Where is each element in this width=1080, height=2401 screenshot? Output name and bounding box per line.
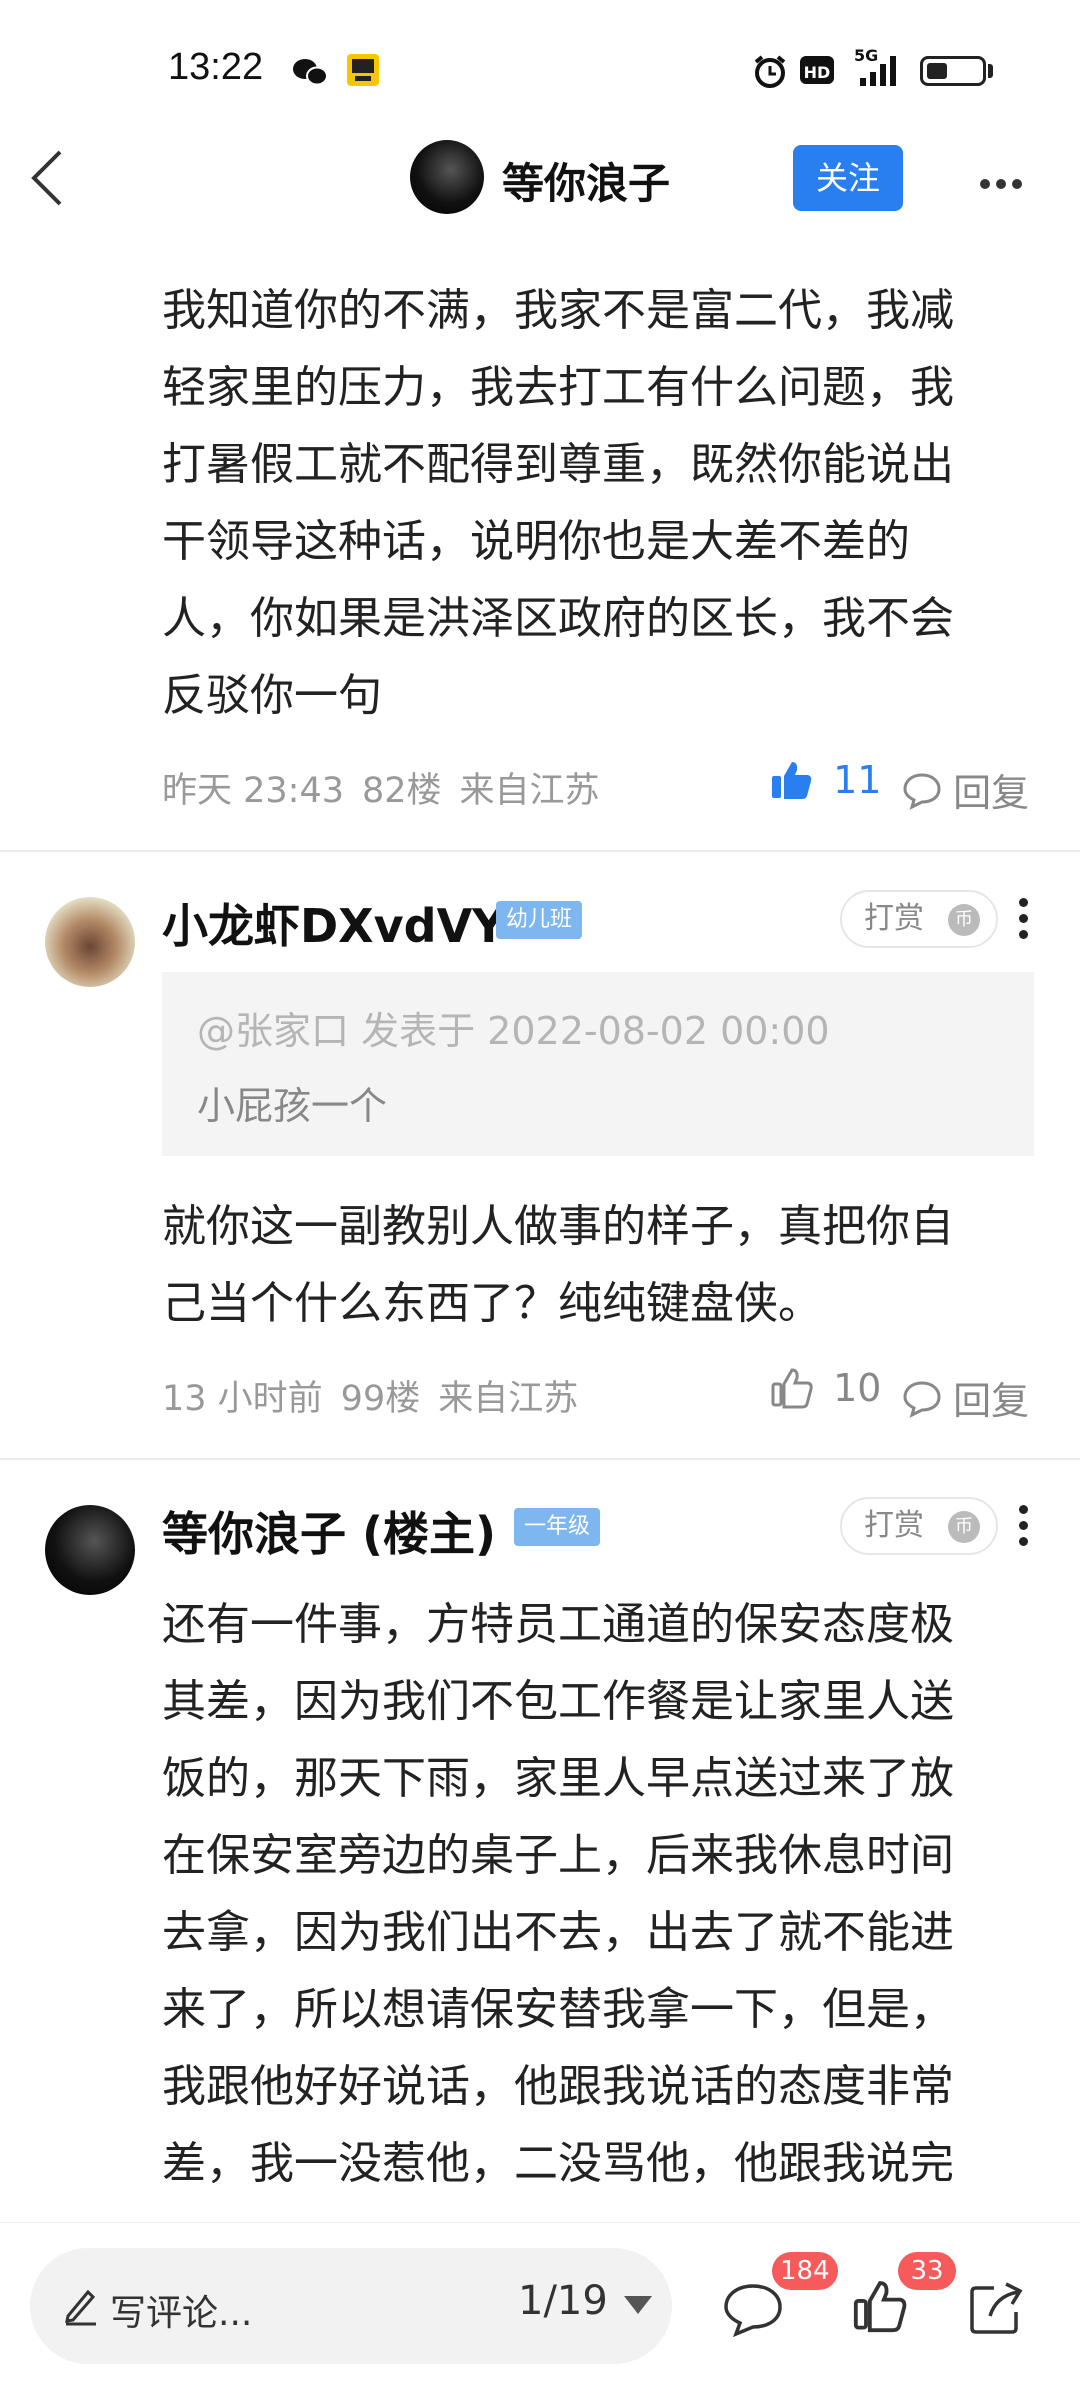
more-vertical-icon[interactable] — [1019, 1505, 1031, 1553]
post-2-content: 就你这一副教别人做事的样子，真把你自 己当个什么东西了？纯纯键盘侠。 — [162, 1188, 1062, 1342]
post-1-line: 反驳你一句 — [162, 670, 382, 721]
follow-button[interactable]: 关注 — [793, 145, 903, 211]
tip-label: 打赏 — [864, 1508, 924, 1543]
post-1-line: 人，你如果是洪泽区政府的区长，我不会 — [162, 593, 954, 644]
like-count: 11 — [833, 758, 882, 802]
battery-icon — [920, 56, 986, 86]
comment-bubble-icon — [724, 2284, 782, 2338]
reply-label: 回复 — [953, 771, 1030, 815]
post-1-line: 轻家里的压力，我去打工有什么问题，我 — [162, 362, 954, 413]
username[interactable]: 小龙虾DXvdVY — [162, 890, 505, 956]
username[interactable]: 等你浪子 (楼主) — [162, 1498, 496, 1564]
tip-label: 打赏 — [864, 901, 924, 936]
post-2-like-button[interactable]: 10 — [770, 1366, 881, 1410]
post-floor: 99楼 — [340, 1379, 421, 1419]
post-1-line: 干领导这种话，说明你也是大差不差的 — [162, 516, 910, 567]
post-3-line: 在保安室旁边的桌子上，后来我休息时间 — [162, 1830, 954, 1881]
level-badge: 幼儿班 — [496, 901, 583, 939]
thumbs-up-icon — [853, 2281, 907, 2333]
share-button[interactable] — [968, 2278, 1024, 2340]
post-location: 来自江苏 — [438, 1379, 579, 1419]
coin-icon: 币 — [948, 904, 980, 936]
reply-label: 回复 — [953, 1379, 1030, 1423]
alarm-icon — [752, 54, 788, 94]
post-1-reply-button[interactable]: 回复 — [902, 762, 1029, 817]
share-icon — [970, 2282, 1023, 2334]
comment-bubble-icon — [903, 772, 941, 810]
quote-text: 小屁孩一个 — [197, 1084, 388, 1128]
divider — [0, 1458, 1080, 1460]
post-2-meta: 13 小时前 99楼 来自江苏 — [162, 1370, 596, 1421]
post-floor: 82楼 — [362, 771, 442, 811]
more-vertical-icon[interactable] — [1019, 898, 1031, 946]
comment-input[interactable]: 写评论... — [110, 2284, 252, 2336]
post-2-reply-button[interactable]: 回复 — [902, 1370, 1029, 1425]
app-notification-icon — [347, 54, 379, 86]
post-3-line: 还有一件事，方特员工通道的保安态度极 — [162, 1599, 954, 1650]
post-1-content: 我知道你的不满，我家不是富二代，我减 轻家里的压力，我去打工有什么问题，我 打暑… — [162, 272, 1062, 734]
post-1-meta: 昨天 23:43 82楼 来自江苏 — [162, 762, 618, 813]
tip-button[interactable]: 打赏 币 — [840, 1497, 998, 1555]
page-indicator[interactable]: 1/19 — [518, 2278, 608, 2324]
divider — [0, 850, 1080, 852]
post-2-line: 己当个什么东西了？纯纯键盘侠。 — [162, 1278, 822, 1329]
comments-button[interactable] — [722, 2280, 784, 2342]
avatar[interactable] — [45, 1505, 135, 1595]
post-3-line: 来了，所以想请保安替我拿一下，但是， — [162, 1984, 954, 2035]
header-avatar[interactable] — [410, 140, 484, 214]
status-time: 13:22 — [168, 46, 264, 88]
post-1-like-button[interactable]: 11 — [770, 758, 881, 802]
post-1-line: 我知道你的不满，我家不是富二代，我减 — [162, 285, 954, 336]
post-location: 来自江苏 — [459, 771, 600, 811]
coin-icon: 币 — [948, 1511, 980, 1543]
avatar[interactable] — [45, 897, 135, 987]
battery-tip — [988, 64, 993, 78]
post-time: 13 小时前 — [162, 1379, 323, 1419]
page-title[interactable]: 等你浪子 — [502, 150, 670, 211]
quote-header: @张家口 发表于 2022-08-02 00:00 — [197, 1009, 830, 1053]
post-3-line: 差，我一没惹他，二没骂他，他跟我说完 — [162, 2138, 954, 2189]
back-chevron-icon — [31, 150, 62, 206]
like-count-badge: 33 — [898, 2252, 956, 2290]
post-1-line: 打暑假工就不配得到尊重，既然你能说出 — [162, 439, 954, 490]
post-3-line: 其差，因为我们不包工作餐是让家里人送 — [162, 1676, 954, 1727]
tip-button[interactable]: 打赏 币 — [840, 890, 998, 948]
thumbs-up-filled-icon — [772, 762, 812, 799]
like-button[interactable] — [852, 2278, 908, 2338]
post-3-line: 饭的，那天下雨，家里人早点送过来了放 — [162, 1753, 954, 1804]
chevron-down-icon[interactable] — [624, 2296, 652, 2314]
wechat-icon — [292, 58, 328, 86]
thumbs-up-icon — [771, 1368, 813, 1409]
pencil-icon — [62, 2286, 100, 2330]
post-3-content: 还有一件事，方特员工通道的保安态度极 其差，因为我们不包工作餐是让家里人送 饭的… — [162, 1586, 1062, 2222]
signal-icon: 5G — [852, 46, 904, 90]
level-badge: 一年级 — [514, 1508, 601, 1546]
post-2-line: 就你这一副教别人做事的样子，真把你自 — [162, 1201, 954, 1252]
hd-icon: HD — [800, 56, 834, 84]
post-time: 昨天 23:43 — [162, 771, 344, 811]
post-3-line: 去拿，因为我们出不去，出去了就不能进 — [162, 1907, 954, 1958]
more-horizontal-icon[interactable] — [980, 174, 1028, 193]
back-button[interactable] — [28, 148, 68, 208]
post-3-line: 我跟他好好说话，他跟我说话的态度非常 — [162, 2061, 954, 2112]
comment-bubble-icon — [903, 1380, 941, 1418]
like-count: 10 — [833, 1366, 882, 1410]
comment-count-badge: 184 — [772, 2252, 838, 2290]
